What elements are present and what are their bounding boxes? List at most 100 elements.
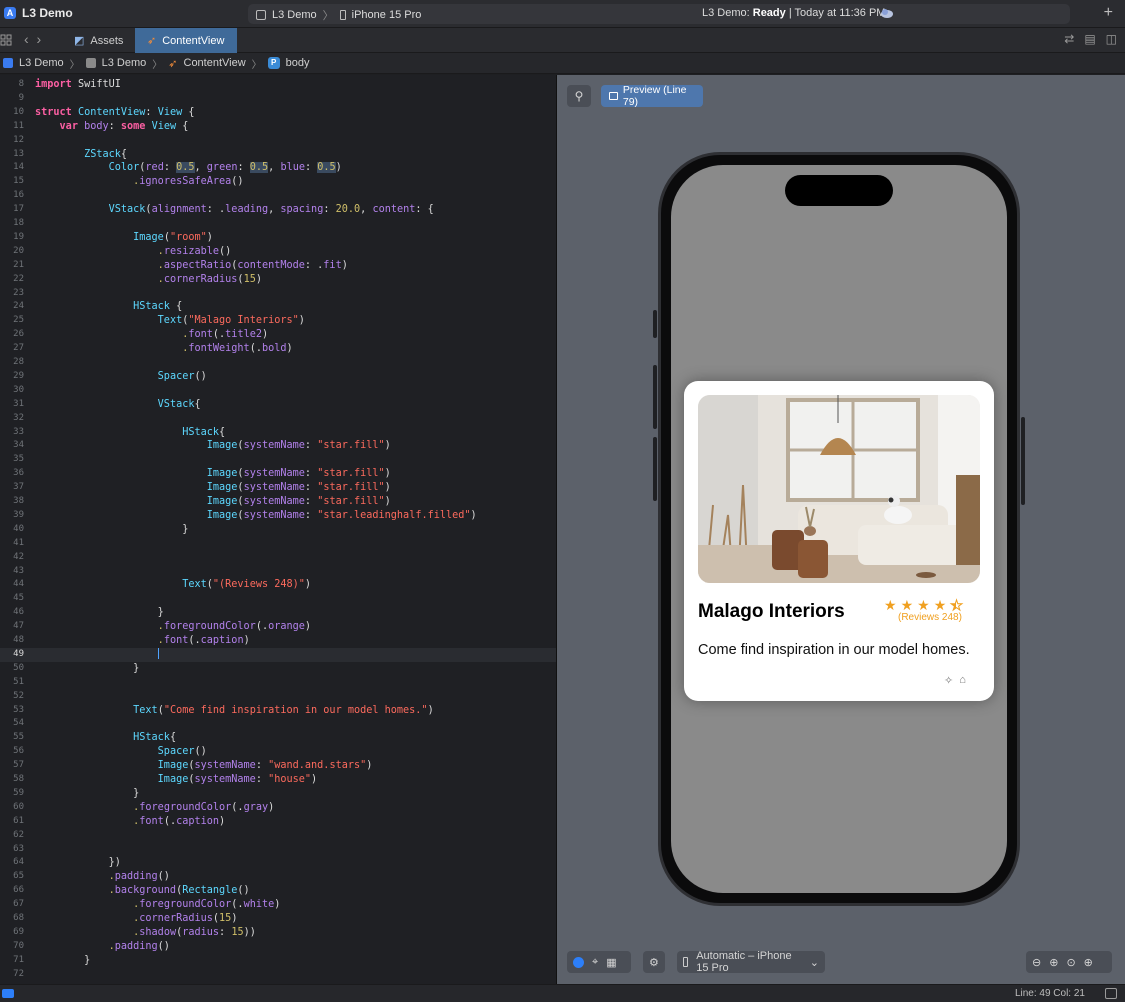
code-line[interactable]: 29 Spacer() — [0, 370, 556, 384]
tab-contentview[interactable]: ➶ ContentView — [135, 28, 237, 53]
code-line[interactable]: 38 Image(systemName: "star.fill") — [0, 495, 556, 509]
code-line[interactable]: 70 .padding() — [0, 940, 556, 954]
code-line[interactable]: 39 Image(systemName: "star.leadinghalf.f… — [0, 509, 556, 523]
zoom-in-icon[interactable]: ⊕ — [1084, 956, 1093, 969]
code-line[interactable]: 60 .foregroundColor(.gray) — [0, 801, 556, 815]
code-line[interactable]: 50 } — [0, 662, 556, 676]
code-line[interactable]: 20 .resizable() — [0, 245, 556, 259]
tab-assets[interactable]: ◩ Assets — [62, 28, 134, 53]
source-editor[interactable]: 8 import SwiftUI 9 10 struct ContentView: Vi… — [0, 75, 556, 984]
zoom-out-icon[interactable]: ⊖ — [1032, 956, 1041, 969]
device-settings-icon[interactable]: ⚙ — [649, 956, 659, 969]
code-line[interactable]: 65 .padding() — [0, 870, 556, 884]
pin-icon[interactable]: ⚲ — [567, 85, 591, 107]
device-name[interactable]: iPhone 15 Pro — [352, 9, 422, 21]
code-line[interactable]: 24 HStack { — [0, 300, 556, 314]
cloud-icon[interactable] — [880, 8, 894, 18]
live-mode-icon[interactable] — [573, 956, 584, 968]
device-selector[interactable]: Automatic – iPhone 15 Pro ⌄ — [677, 950, 825, 974]
breadcrumb-symbol[interactable]: body — [286, 57, 310, 69]
swap-icon[interactable]: ⇄ — [1064, 32, 1074, 46]
code-line[interactable]: 12 — [0, 134, 556, 148]
code-line[interactable]: 54 — [0, 717, 556, 731]
code-line[interactable]: 64 }) — [0, 856, 556, 870]
zoom-100-icon[interactable]: ⊕ — [1049, 956, 1058, 969]
line-number: 10 — [13, 106, 24, 117]
zoom-fit-icon[interactable]: ⊙ — [1066, 956, 1075, 969]
scheme-name[interactable]: L3 Demo — [272, 9, 317, 21]
code-line[interactable]: 69 .shadow(radius: 15)) — [0, 926, 556, 940]
code-line[interactable]: 36 Image(systemName: "star.fill") — [0, 467, 556, 481]
code-line[interactable]: 61 .font(.caption) — [0, 815, 556, 829]
code-line[interactable]: 56 Spacer() — [0, 745, 556, 759]
code-line[interactable]: 10 struct ContentView: View { — [0, 106, 556, 120]
code-line[interactable]: 35 — [0, 453, 556, 467]
code-line[interactable]: 48 .font(.caption) — [0, 634, 556, 648]
code-line[interactable]: 22 .cornerRadius(15) — [0, 273, 556, 287]
code-line[interactable]: 40 } — [0, 523, 556, 537]
code-line[interactable]: 49 — [0, 647, 556, 662]
run-destination[interactable]: L3 Demo 〉 iPhone 15 Pro — [256, 7, 421, 23]
editor-options-icon[interactable]: ▤ — [1084, 32, 1095, 46]
preview-selector-button[interactable]: Preview (Line 79) — [601, 84, 703, 108]
add-button[interactable]: + — [1104, 4, 1113, 22]
breadcrumb-file[interactable]: ContentView — [184, 57, 246, 69]
code-line[interactable]: 42 — [0, 551, 556, 565]
code-line[interactable]: 33 HStack{ — [0, 426, 556, 440]
code-line[interactable]: 34 Image(systemName: "star.fill") — [0, 439, 556, 453]
code-line[interactable]: 45 — [0, 592, 556, 606]
code-line[interactable]: 21 .aspectRatio(contentMode: .fit) — [0, 259, 556, 273]
code-line[interactable]: 67 .foregroundColor(.white) — [0, 898, 556, 912]
code-line[interactable]: 26 .font(.title2) — [0, 328, 556, 342]
device-settings-group[interactable]: ⚙ — [643, 951, 665, 973]
selectable-mode-icon[interactable]: ⌖ — [592, 956, 598, 969]
breadcrumb-project[interactable]: L3 Demo — [19, 57, 64, 69]
breadcrumb-folder[interactable]: L3 Demo — [102, 57, 147, 69]
code-line[interactable]: 47 .foregroundColor(.orange) — [0, 620, 556, 634]
panel-toggle-icon[interactable] — [1105, 988, 1117, 999]
code-line[interactable]: 44 Text("(Reviews 248)") — [0, 578, 556, 592]
code-line[interactable]: 58 Image(systemName: "house") — [0, 773, 556, 787]
code-line[interactable]: 46 } — [0, 606, 556, 620]
back-arrow-icon[interactable]: ‹ — [24, 31, 29, 47]
code-line[interactable]: 43 — [0, 565, 556, 579]
code-line[interactable]: 16 — [0, 189, 556, 203]
code-line[interactable]: 28 — [0, 356, 556, 370]
device-screen[interactable]: Malago Interiors ★ ★ ★ ★ ★★ (Reviews 248… — [671, 165, 1007, 893]
code-line[interactable]: 41 — [0, 537, 556, 551]
code-line[interactable]: 51 — [0, 676, 556, 690]
code-line[interactable]: 57 Image(systemName: "wand.and.stars") — [0, 759, 556, 773]
code-line[interactable]: 63 — [0, 843, 556, 857]
code-line[interactable]: 11 var body: some View { — [0, 120, 556, 134]
code-line[interactable]: 37 Image(systemName: "star.fill") — [0, 481, 556, 495]
code-line[interactable]: 13 ZStack{ — [0, 148, 556, 162]
code-line[interactable]: 23 — [0, 287, 556, 301]
code-line[interactable]: 8 import SwiftUI — [0, 78, 556, 92]
code-line[interactable]: 19 Image("room") — [0, 231, 556, 245]
code-line[interactable]: 31 VStack{ — [0, 398, 556, 412]
code-line[interactable]: 14 Color(red: 0.5, green: 0.5, blue: 0.5… — [0, 161, 556, 175]
code-line[interactable]: 32 — [0, 412, 556, 426]
code-line[interactable]: 30 — [0, 384, 556, 398]
code-line[interactable]: 15 .ignoresSafeArea() — [0, 175, 556, 189]
forward-arrow-icon[interactable]: › — [36, 31, 41, 47]
code-line[interactable]: 25 Text("Malago Interiors") — [0, 314, 556, 328]
code-line[interactable]: 62 — [0, 829, 556, 843]
code-line[interactable]: 53 Text("Come find inspiration in our mo… — [0, 704, 556, 718]
code-line[interactable]: 68 .cornerRadius(15) — [0, 912, 556, 926]
code-line[interactable]: 66 .background(Rectangle() — [0, 884, 556, 898]
code-line[interactable]: 52 — [0, 690, 556, 704]
code-line[interactable]: 71 } — [0, 954, 556, 968]
variants-icon[interactable]: ▦ — [606, 956, 616, 969]
code-line[interactable]: 9 — [0, 92, 556, 106]
code-line[interactable]: 59 } — [0, 787, 556, 801]
code-line[interactable]: 18 — [0, 217, 556, 231]
code-line[interactable]: 72 — [0, 968, 556, 982]
power-button — [1021, 417, 1025, 505]
code-line[interactable]: 17 VStack(alignment: .leading, spacing: … — [0, 203, 556, 217]
inspector-icon[interactable]: ◫ — [1106, 32, 1117, 46]
code-line[interactable]: 27 .fontWeight(.bold) — [0, 342, 556, 356]
debug-area-icon[interactable] — [2, 989, 14, 998]
grid-icon[interactable] — [0, 34, 12, 46]
code-line[interactable]: 55 HStack{ — [0, 731, 556, 745]
